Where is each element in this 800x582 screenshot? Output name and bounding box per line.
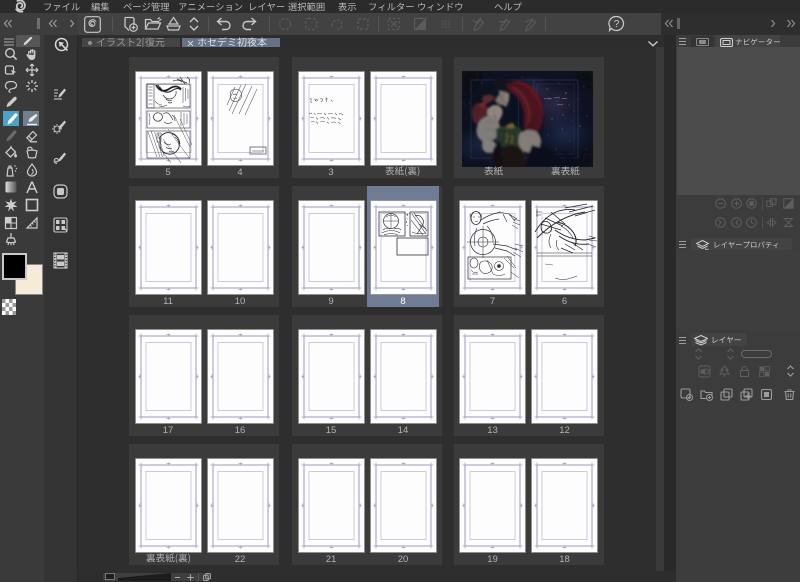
svg-text:?: ? <box>614 19 620 30</box>
